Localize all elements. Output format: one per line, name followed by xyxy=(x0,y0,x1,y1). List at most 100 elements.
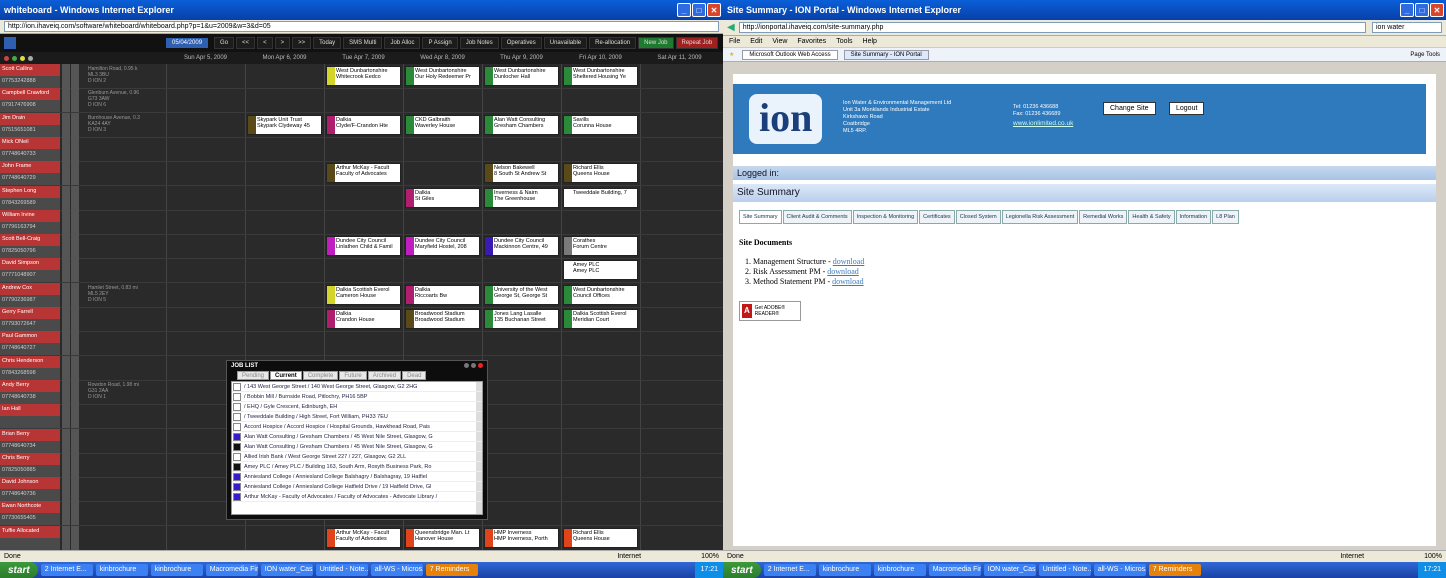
job-card[interactable]: West Dunbartonshire Council Offices xyxy=(563,284,638,305)
operative-name[interactable]: Ewan Northcote xyxy=(0,501,60,514)
menu-view[interactable]: View xyxy=(772,38,787,45)
toolbar-button[interactable]: Job Alloc xyxy=(384,37,421,49)
browser-tab[interactable]: Site Summary - ION Portal xyxy=(843,49,929,60)
job-card[interactable]: Dalkia Riccoarts Bw xyxy=(405,284,480,305)
list-item[interactable]: Arthur McKay - Faculty of Advocates / Fa… xyxy=(232,492,482,502)
toolbar-button[interactable]: << xyxy=(236,37,256,49)
operative-name[interactable]: David Johnson xyxy=(0,477,60,490)
toolbar-button[interactable]: New Job xyxy=(638,37,674,49)
taskbar-item[interactable]: ION water_Cas... xyxy=(260,564,313,576)
url-field[interactable]: http://ionportal.ihaveiq.com/site-summar… xyxy=(738,22,1366,33)
job-card[interactable]: Arthur McKay - Facult Faculty of Advocate… xyxy=(326,163,401,184)
job-card[interactable]: Richard Ellis Queens House xyxy=(563,163,638,184)
taskbar-item[interactable]: kinbrochure xyxy=(150,564,203,576)
taskbar-item[interactable]: all-WS - Micros... xyxy=(1093,564,1146,576)
operative-name[interactable]: Stephen Long xyxy=(0,185,60,198)
nav-tab[interactable]: Site Summary xyxy=(739,210,782,224)
taskbar-item[interactable]: Macromedia Fir... xyxy=(205,564,258,576)
job-card[interactable]: Skypark Unit Trust Skypark Clydeway 45 xyxy=(247,114,322,135)
operative-name[interactable]: Mick ONeil xyxy=(0,136,60,149)
job-card[interactable]: West Dunbartonshire Dunlocher Hall xyxy=(484,66,559,86)
job-card[interactable]: Broadwood Stadium Broadwood Stadium xyxy=(405,309,480,329)
taskbar-item[interactable]: 2 Internet E... xyxy=(40,564,93,576)
toolbar-button[interactable]: Today xyxy=(313,37,342,49)
operative-name[interactable]: Andrew Cox xyxy=(0,282,60,295)
list-item[interactable]: Alan Watt Consulting / Gresham Chambers … xyxy=(232,432,482,442)
toolbar-button[interactable]: Operatives xyxy=(500,37,542,49)
toolbar-button[interactable]: Re-allocation xyxy=(589,37,637,49)
maximize-icon[interactable]: □ xyxy=(1415,3,1429,17)
taskbar-item[interactable]: ION water_Cas... xyxy=(983,564,1036,576)
browser-tab[interactable]: Microsoft Outlook Web Access xyxy=(742,49,838,60)
job-card[interactable]: West Dunbartonshire Our Holy Redeemer Pr xyxy=(405,66,480,86)
nav-tab[interactable]: Client Audit & Comments xyxy=(782,210,852,224)
toolbar-button[interactable]: < xyxy=(257,37,273,49)
toolbar-button[interactable]: Go xyxy=(214,37,235,49)
nav-tab[interactable]: Inspection & Monitoring xyxy=(852,210,919,224)
toolbar-button[interactable]: > xyxy=(274,37,291,49)
toolbar-button[interactable]: >> xyxy=(292,37,312,49)
job-card[interactable]: Dundee City Council Linlathen Child & Fam… xyxy=(326,236,401,257)
operative-name[interactable]: Andy Berry xyxy=(0,379,60,392)
list-item[interactable]: / EHQ / Gyle Crescent, Edinburgh, EH xyxy=(232,402,482,412)
restore-icon[interactable] xyxy=(471,363,476,368)
start-button[interactable]: start xyxy=(723,562,761,578)
operative-name[interactable]: Jim Drain xyxy=(0,112,60,125)
list-item[interactable]: Anniesland College / Anniesland College … xyxy=(232,482,482,492)
menu-file[interactable]: File xyxy=(729,38,740,45)
operative-name[interactable]: Paul Gammon xyxy=(0,331,60,344)
operative-name[interactable]: David Simpson xyxy=(0,258,60,271)
job-card[interactable]: Amey PLC Amey PLC xyxy=(563,260,638,281)
operative-name[interactable]: Brian Berry xyxy=(0,428,60,441)
operative-name[interactable]: Scott Callins xyxy=(0,64,60,76)
logout-button[interactable]: Logout xyxy=(1169,102,1205,115)
operative-name[interactable]: Ian Hall xyxy=(0,404,60,417)
job-card[interactable]: Queensbridge Man. Lt Hanover House xyxy=(405,527,480,548)
operative-name[interactable]: John Frame xyxy=(0,161,60,174)
download-link[interactable]: download xyxy=(833,257,865,266)
get-adobe-reader-button[interactable]: A Get ADOBE® READER® xyxy=(739,301,801,321)
taskbar-item[interactable]: kinbrochure xyxy=(818,564,871,576)
url-field[interactable]: http://ion.ihaveiq.com/software/whiteboa… xyxy=(4,21,719,32)
job-card[interactable]: Dalkia Crandon House xyxy=(326,309,401,329)
zoom-level[interactable]: 100% xyxy=(1424,553,1442,560)
nav-tab[interactable]: Certificates xyxy=(919,210,955,224)
list-item[interactable]: Alan Watt Consulting / Gresham Chambers … xyxy=(232,442,482,452)
taskbar-item[interactable]: 7 Reminders xyxy=(1148,564,1201,576)
taskbar-item[interactable]: 7 Reminders xyxy=(425,564,478,576)
minimize-icon[interactable] xyxy=(464,363,469,368)
job-card[interactable]: Richard Ellis Queens House xyxy=(563,527,638,548)
job-card[interactable]: CKD Galbraith Waverley House xyxy=(405,114,480,135)
job-card[interactable]: West Dunbartonshire Whitecrook Eedco xyxy=(326,66,401,86)
job-card[interactable]: Inverness & Nairn The Greenhouse xyxy=(484,187,559,208)
taskbar-item[interactable]: Untitled - Note... xyxy=(315,564,368,576)
job-card[interactable]: Jones Lang Lasalle 135 Buchanan Street xyxy=(484,309,559,329)
command-bar[interactable]: Page Tools xyxy=(1410,52,1440,58)
job-card[interactable]: Dalkia St Giles xyxy=(405,187,480,208)
operative-name[interactable]: Campbell Crawford xyxy=(0,88,60,101)
menu-edit[interactable]: Edit xyxy=(750,38,762,45)
download-link[interactable]: download xyxy=(832,277,864,286)
date-field[interactable]: 05/04/2009 xyxy=(166,38,209,48)
nav-tab[interactable]: Health & Safety xyxy=(1128,210,1175,224)
job-card[interactable]: Dalkia Clyde/F-Crandon Hte xyxy=(326,114,401,135)
tab-pending[interactable]: Pending xyxy=(237,371,270,380)
menu-tools[interactable]: Tools xyxy=(836,38,852,45)
job-card[interactable]: Dalkia Scottish Everol Meridian Court xyxy=(563,309,638,329)
list-item[interactable]: / Tweeddale Building / High Street, Fort… xyxy=(232,412,482,422)
job-card[interactable]: Savills Corunna House xyxy=(563,114,638,135)
operative-name[interactable]: Tuffie Allocated xyxy=(0,525,60,538)
taskbar-item[interactable]: Untitled - Note... xyxy=(1038,564,1091,576)
nav-tab[interactable]: L8 Plan xyxy=(1212,210,1239,224)
job-card[interactable]: Arthur McKay - Facult Faculty of Advocate… xyxy=(326,527,401,548)
company-website-link[interactable]: www.ionlimited.co.uk xyxy=(1013,120,1073,127)
job-card[interactable]: Dundee City Council Maryfield Hostel, 208 xyxy=(405,236,480,257)
start-button[interactable]: start xyxy=(0,562,38,578)
tab-future[interactable]: Future xyxy=(339,371,367,380)
favorites-star-icon[interactable]: ★ xyxy=(729,51,734,58)
job-card[interactable]: HMP Inverness HMP Inverness, Porth xyxy=(484,527,559,548)
list-item[interactable]: Allied Irish Bank / West George Street 2… xyxy=(232,452,482,462)
job-card[interactable]: Dalkia Scottish Everol Cameron House xyxy=(326,284,401,305)
zoom-level[interactable]: 100% xyxy=(701,553,719,560)
job-card[interactable]: Dundee City Council Mackinnon Centre, 49 xyxy=(484,236,559,257)
